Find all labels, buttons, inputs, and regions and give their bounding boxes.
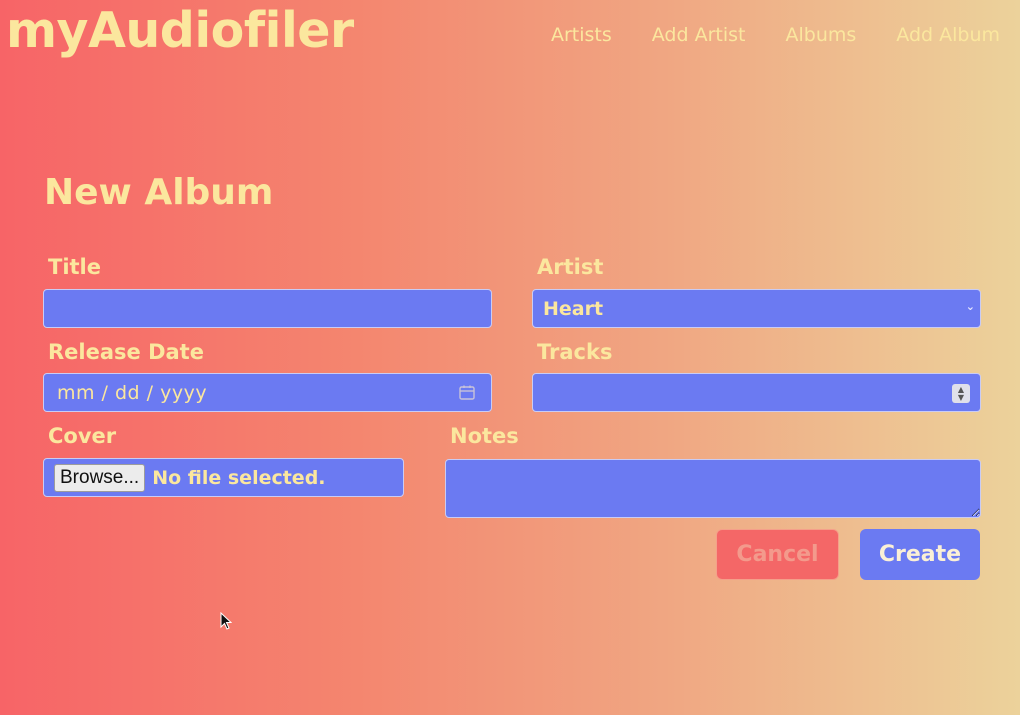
tracks-field[interactable]: ▲ ▼ — [532, 373, 981, 412]
top-nav: Artists Add Artist Albums Add Album — [551, 24, 1000, 46]
calendar-icon[interactable] — [459, 385, 475, 400]
release-date-placeholder: mm / dd / yyyy — [57, 381, 208, 404]
tracks-input[interactable] — [543, 374, 980, 411]
release-date-field[interactable]: mm / dd / yyyy — [43, 373, 492, 412]
notes-field[interactable] — [445, 459, 981, 518]
notes-textarea[interactable] — [456, 460, 980, 517]
cover-label: Cover — [48, 424, 117, 448]
number-spinner-icon[interactable]: ▲ ▼ — [952, 384, 970, 403]
title-input[interactable] — [54, 290, 491, 327]
mouse-cursor-icon — [220, 612, 232, 630]
title-label: Title — [48, 255, 102, 279]
page-title: New Album — [44, 172, 274, 213]
title-field[interactable] — [43, 289, 492, 328]
browse-button[interactable]: Browse... — [54, 463, 146, 492]
artist-select[interactable]: Heart ⌄ — [532, 289, 981, 328]
artist-selected-value: Heart — [543, 297, 604, 320]
artist-label: Artist — [537, 255, 604, 279]
tracks-label: Tracks — [537, 340, 613, 364]
cover-file-input[interactable]: Browse... No file selected. — [43, 458, 404, 497]
nav-add-artist[interactable]: Add Artist — [652, 24, 746, 46]
cancel-button[interactable]: Cancel — [716, 529, 839, 580]
create-button[interactable]: Create — [860, 529, 980, 580]
chevron-down-icon: ⌄ — [965, 300, 975, 313]
file-status-text: No file selected. — [152, 466, 326, 489]
app-logo[interactable]: myAudiofiler — [6, 2, 354, 59]
nav-add-album[interactable]: Add Album — [896, 24, 1000, 46]
release-date-label: Release Date — [48, 340, 204, 364]
nav-artists[interactable]: Artists — [551, 24, 612, 46]
nav-albums[interactable]: Albums — [785, 24, 856, 46]
notes-label: Notes — [450, 424, 519, 448]
